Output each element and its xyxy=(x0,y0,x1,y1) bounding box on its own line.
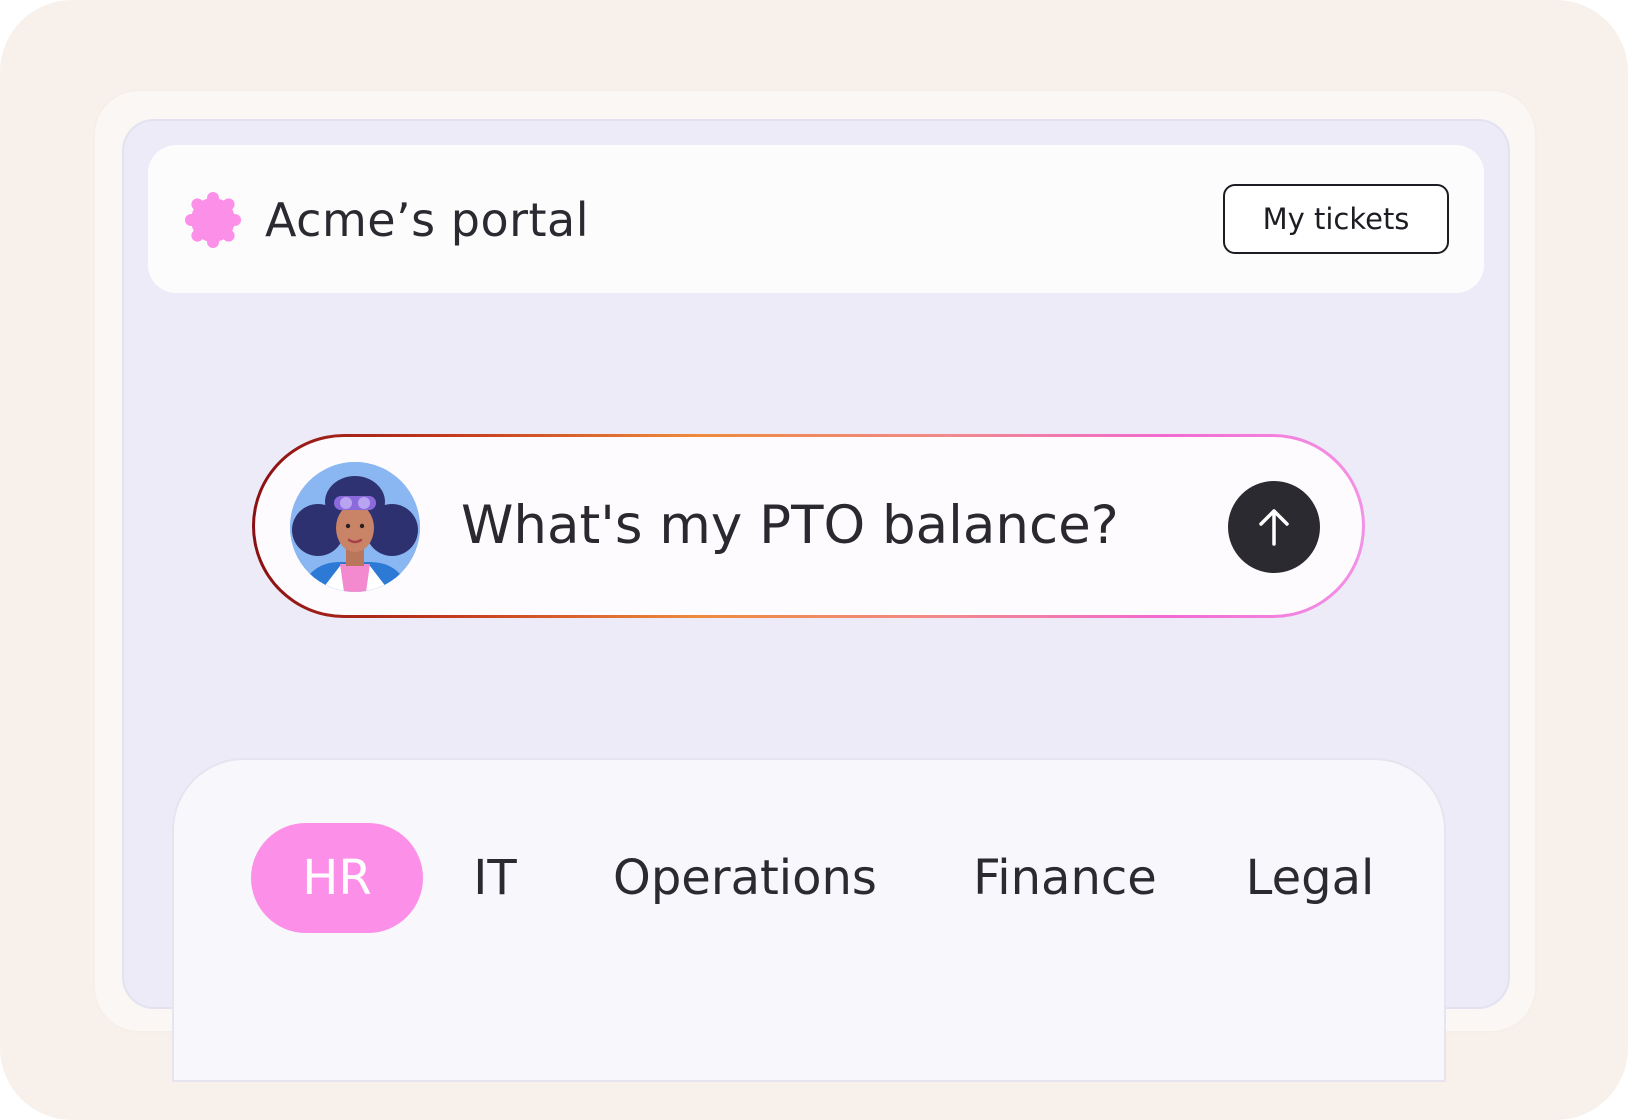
arrow-up-icon xyxy=(1259,509,1289,546)
chat-input-text[interactable]: What's my PTO balance? xyxy=(461,494,1119,558)
page-background: Acme’s portal My tickets What's my PTO b… xyxy=(0,0,1628,1120)
tab-finance[interactable]: Finance xyxy=(960,823,1170,933)
user-avatar xyxy=(290,462,420,592)
send-button[interactable] xyxy=(1228,481,1320,573)
tab-it[interactable]: IT xyxy=(455,823,535,933)
tab-operations[interactable]: Operations xyxy=(605,823,885,933)
tab-legal[interactable]: Legal xyxy=(1245,823,1375,933)
flower-badge-icon xyxy=(183,190,243,250)
my-tickets-button[interactable]: My tickets xyxy=(1223,184,1449,254)
tab-hr[interactable]: HR xyxy=(251,823,423,933)
portal-title: Acme’s portal xyxy=(265,193,590,247)
